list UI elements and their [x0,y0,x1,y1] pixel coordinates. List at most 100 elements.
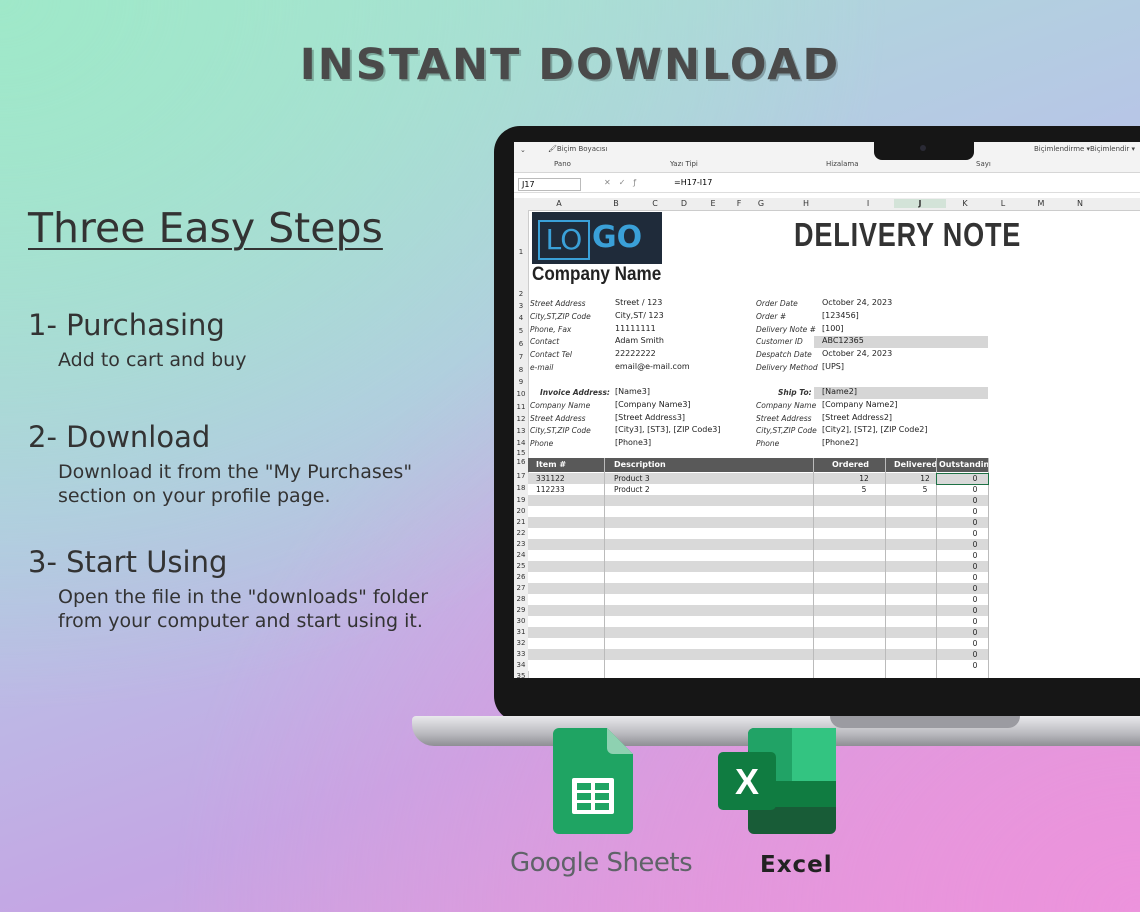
table-row[interactable]: 0 [528,660,988,671]
ribbon-chevron-icon[interactable]: ⌄ [520,146,526,154]
col-item: Item # [536,460,567,469]
row-header[interactable]: 6 [514,340,528,348]
column-header-c[interactable]: C [642,199,668,208]
table-row[interactable]: 0 [528,572,988,583]
row-header[interactable]: 1 [514,248,528,256]
table-row[interactable]: 0 [528,638,988,649]
table-cell[interactable]: Product 3 [614,474,650,483]
column-header-m[interactable]: M [1022,199,1060,208]
column-header-a[interactable]: A [528,199,590,208]
row-header[interactable]: 15 [514,449,528,457]
table-row[interactable]: 0 [528,627,988,638]
table-cell[interactable]: 0 [950,507,1000,516]
table-row[interactable]: 0 [528,594,988,605]
column-header-e[interactable]: E [700,199,726,208]
table-cell[interactable]: 5 [828,485,900,494]
table-cell[interactable]: 0 [950,584,1000,593]
row-header[interactable]: 35 [514,672,528,678]
column-header-f[interactable]: F [726,199,752,208]
row-header[interactable]: 9 [514,378,528,386]
table-row[interactable]: 0 [528,561,988,572]
row-header[interactable]: 20 [514,507,528,515]
column-header-g[interactable]: G [752,199,770,208]
format-button[interactable]: Biçimlendir ▾ [1090,145,1135,153]
row-header[interactable]: 34 [514,661,528,669]
column-header-k[interactable]: K [946,199,984,208]
row-header[interactable]: 17 [514,472,528,480]
table-row[interactable]: 0 [528,649,988,660]
row-header[interactable]: 3 [514,302,528,310]
table-row[interactable]: 0 [528,506,988,517]
table-row[interactable]: 112233 Product 2550 [528,484,988,495]
table-cell[interactable]: 0 [950,529,1000,538]
table-cell[interactable]: 0 [950,562,1000,571]
row-header[interactable]: 31 [514,628,528,636]
row-header[interactable]: 2 [514,290,528,298]
table-row[interactable]: 0 [528,550,988,561]
table-cell[interactable]: 0 [950,551,1000,560]
table-row[interactable]: 0 [528,539,988,550]
name-box[interactable]: J17 [518,178,581,191]
row-header[interactable]: 32 [514,639,528,647]
table-cell[interactable]: 0 [950,639,1000,648]
row-header[interactable]: 12 [514,415,528,423]
column-header-i[interactable]: I [842,199,894,208]
row-header[interactable]: 27 [514,584,528,592]
table-cell[interactable]: 12 [828,474,900,483]
table-cell[interactable]: 0 [950,485,1000,494]
table-cell[interactable]: 0 [950,573,1000,582]
row-header[interactable]: 24 [514,551,528,559]
row-header[interactable]: 29 [514,606,528,614]
row-header[interactable]: 8 [514,366,528,374]
row-header[interactable]: 10 [514,390,528,398]
table-cell[interactable]: 0 [950,617,1000,626]
row-header[interactable]: 13 [514,427,528,435]
row-header[interactable]: 5 [514,327,528,335]
formula-input[interactable]: =H17-I17 [674,178,712,187]
format-painter-button[interactable]: 🖌 Biçim Boyacısı [548,145,607,153]
table-row[interactable]: 0 [528,616,988,627]
row-header[interactable]: 18 [514,484,528,492]
column-header-n[interactable]: N [1060,199,1100,208]
table-cell[interactable]: 0 [950,606,1000,615]
row-header[interactable]: 11 [514,403,528,411]
column-header-l[interactable]: L [984,199,1022,208]
conditional-formatting-button[interactable]: Biçimlendirme ▾ [1034,145,1090,153]
table-row[interactable]: 331122 Product 3 12 12 0 [528,473,988,484]
table-cell[interactable]: Product 2 [614,485,650,494]
table-row[interactable]: 0 [528,583,988,594]
row-header[interactable]: 21 [514,518,528,526]
column-header-j[interactable]: J [894,199,946,208]
row-header[interactable]: 26 [514,573,528,581]
row-header[interactable]: 30 [514,617,528,625]
row-header[interactable]: 19 [514,496,528,504]
row-header[interactable]: 14 [514,439,528,447]
table-row[interactable]: 0 [528,528,988,539]
column-header-d[interactable]: D [668,199,700,208]
table-cell[interactable]: 0 [950,628,1000,637]
selected-cell[interactable] [936,473,989,485]
table-cell[interactable]: 0 [950,496,1000,505]
column-header-b[interactable]: B [590,199,642,208]
row-header[interactable]: 33 [514,650,528,658]
row-header[interactable]: 16 [514,458,528,466]
column-header-h[interactable]: H [770,199,842,208]
row-header[interactable]: 28 [514,595,528,603]
row-header[interactable]: 22 [514,529,528,537]
table-cell[interactable]: 5 [900,485,950,494]
row-header[interactable]: 7 [514,353,528,361]
table-cell[interactable]: 112233 [536,485,565,494]
table-cell[interactable]: 0 [950,595,1000,604]
table-cell[interactable]: 0 [950,650,1000,659]
table-cell[interactable]: 331122 [536,474,565,483]
row-header[interactable]: 4 [514,314,528,322]
row-header[interactable]: 25 [514,562,528,570]
row-header[interactable]: 23 [514,540,528,548]
table-row[interactable]: 0 [528,517,988,528]
table-cell[interactable]: 0 [950,540,1000,549]
table-row[interactable]: 0 [528,495,988,506]
formula-buttons[interactable]: ✕✓ƒ [604,178,644,187]
table-row[interactable]: 0 [528,605,988,616]
table-cell[interactable]: 0 [950,661,1000,670]
table-cell[interactable]: 0 [950,518,1000,527]
